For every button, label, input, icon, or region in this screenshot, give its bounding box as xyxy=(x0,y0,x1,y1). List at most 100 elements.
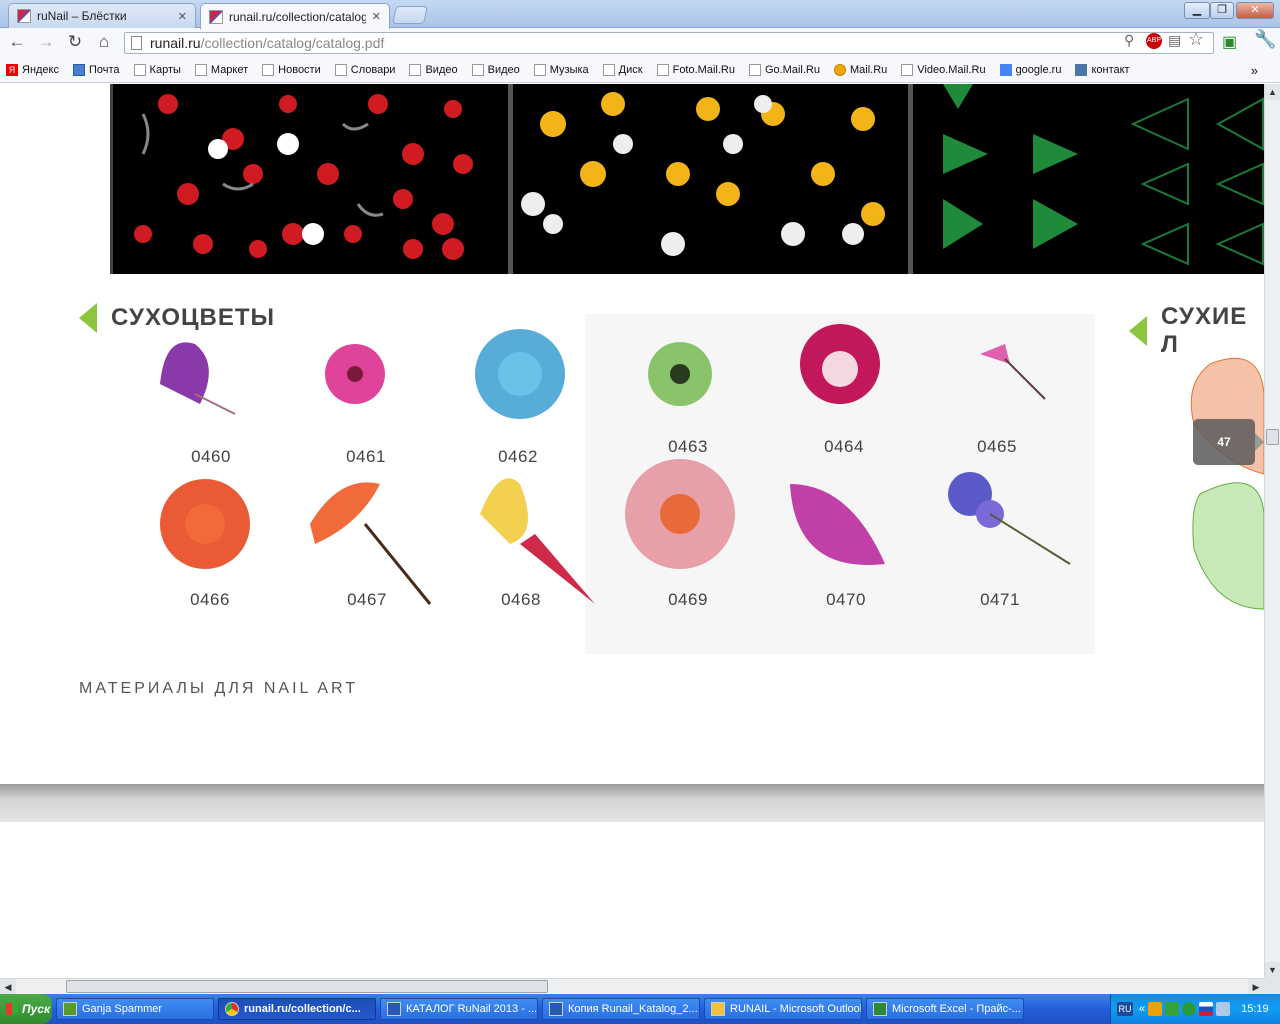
page-icon xyxy=(131,36,142,50)
horizontal-scrollbar[interactable]: ◀ ▶ xyxy=(0,978,1264,995)
bookmark-go-mail[interactable]: Go.Mail.Ru xyxy=(748,64,820,76)
bookmark-pochta[interactable]: Почта xyxy=(73,64,120,76)
clock-app-icon[interactable] xyxy=(1148,1002,1163,1016)
windows-taskbar: Пуск Ganja Spammer runail.ru/collection/… xyxy=(0,994,1280,1024)
star-icon[interactable]: ☆ xyxy=(1188,29,1204,50)
russian-flag-icon[interactable] xyxy=(1199,1002,1214,1016)
bookmark-novosti[interactable]: Новости xyxy=(262,64,321,76)
runail-favicon xyxy=(17,9,31,23)
bookmark-video-mail[interactable]: Video.Mail.Ru xyxy=(901,64,986,76)
scroll-down-icon[interactable]: ▼ xyxy=(1265,962,1280,978)
page-icon xyxy=(901,64,914,76)
taskbar-item-chrome[interactable]: runail.ru/collection/c... xyxy=(218,998,376,1020)
flower-0463-image xyxy=(648,342,712,406)
download-icon[interactable] xyxy=(1165,1002,1180,1016)
vertical-scrollbar[interactable]: ▲ ▼ xyxy=(1264,84,1280,978)
reload-icon[interactable]: ↻ xyxy=(64,31,86,53)
bookmark-label: Новости xyxy=(278,64,321,76)
forward-icon[interactable]: → xyxy=(35,31,57,53)
bookmark-mail-ru[interactable]: Mail.Ru xyxy=(833,64,887,76)
bookmark-market[interactable]: Маркет xyxy=(194,64,248,76)
address-bar[interactable]: runail.ru/collection/catalog/catalog.pdf xyxy=(124,32,1214,54)
horizontal-scroll-thumb[interactable] xyxy=(66,980,548,993)
close-icon[interactable]: ✕ xyxy=(372,10,381,23)
taskbar-item-label: Ganja Spammer xyxy=(82,1003,163,1015)
bookmark-google[interactable]: google.ru xyxy=(999,64,1061,76)
vk-icon xyxy=(1075,64,1088,76)
page-icon xyxy=(533,64,546,76)
browser-toolbar: ← → ↻ ⌂ runail.ru/collection/catalog/cat… xyxy=(0,28,1280,58)
zoom-icon[interactable]: ⚲ xyxy=(1124,32,1134,49)
bookmark-label: Почта xyxy=(89,64,120,76)
flower-code-0469: 0469 xyxy=(668,590,708,609)
scroll-right-icon[interactable]: ▶ xyxy=(1248,979,1264,995)
bookmarks-overflow-icon[interactable]: » xyxy=(1251,63,1258,78)
wrench-icon[interactable]: 🔧 xyxy=(1254,29,1276,50)
tab-catalog-pdf[interactable]: runail.ru/collection/catalog/c ✕ xyxy=(200,3,390,29)
scroll-left-icon[interactable]: ◀ xyxy=(0,979,16,995)
volume-icon[interactable] xyxy=(1216,1002,1231,1016)
bookmark-muzyka[interactable]: Музыка xyxy=(533,64,589,76)
new-tab-button[interactable] xyxy=(392,6,428,24)
scroll-up-icon[interactable]: ▲ xyxy=(1265,84,1280,100)
taskbar-item-outlook[interactable]: RUNAIL - Microsoft Outlook xyxy=(704,998,862,1020)
back-icon[interactable]: ← xyxy=(6,31,28,53)
bookmark-foto-mail[interactable]: Foto.Mail.Ru xyxy=(656,64,735,76)
close-window-button[interactable]: ✕ xyxy=(1236,2,1274,19)
bookmark-video-1[interactable]: Видео xyxy=(409,64,458,76)
flower-code-0467: 0467 xyxy=(347,590,387,609)
page-icon xyxy=(334,64,347,76)
sticker-images-band xyxy=(110,84,1264,274)
leaf-icon xyxy=(63,1002,77,1016)
bookmark-video-2[interactable]: Видео xyxy=(471,64,520,76)
flower-0464-image xyxy=(800,324,880,404)
taskbar-item-excel[interactable]: Microsoft Excel - Прайс-... xyxy=(866,998,1024,1020)
extension-icon[interactable]: ▣ xyxy=(1222,32,1237,52)
flower-0461-image xyxy=(325,344,385,404)
flower-0460-image xyxy=(160,342,236,415)
bookmark-slovari[interactable]: Словари xyxy=(334,64,396,76)
language-indicator[interactable]: RU xyxy=(1117,1002,1133,1016)
flower-code-0462: 0462 xyxy=(498,447,538,466)
bookmark-label: Видео xyxy=(487,64,520,76)
dried-leaves-partial xyxy=(1190,357,1264,610)
minimize-button[interactable]: ▁ xyxy=(1184,2,1210,19)
pdf-save-icon[interactable]: ▤ xyxy=(1168,32,1181,49)
start-button[interactable]: Пуск xyxy=(0,994,52,1024)
tab-runail-blestki[interactable]: ruNail – Блёстки ✕ xyxy=(8,3,196,28)
sticker-artwork xyxy=(113,84,1264,274)
restore-button[interactable]: ❐ xyxy=(1210,2,1234,19)
bookmark-label: Музыка xyxy=(549,64,589,76)
page-footer-text: МАТЕРИАЛЫ ДЛЯ NAIL ART xyxy=(79,680,359,697)
taskbar-item-word-catalog[interactable]: КАТАЛОГ RuNail 2013 - ... xyxy=(380,998,538,1020)
page-number-badge: 47 xyxy=(1193,419,1255,465)
taskbar-item-word-copy[interactable]: Копия Runail_Katalog_2... xyxy=(542,998,700,1020)
taskbar-item-ganja-spammer[interactable]: Ganja Spammer xyxy=(56,998,214,1020)
info-icon[interactable] xyxy=(1182,1002,1197,1016)
word-icon xyxy=(387,1002,401,1016)
bookmark-label: Словари xyxy=(350,64,396,76)
adblock-icon[interactable]: ABP xyxy=(1146,33,1162,49)
word-icon xyxy=(549,1002,563,1016)
system-tray: RU « 15:19 xyxy=(1110,994,1280,1024)
bookmark-karty[interactable]: Карты xyxy=(133,64,181,76)
pdf-viewport[interactable]: СУХОЦВЕТЫ СУХИЕ Л 0460 0461 0462 0463 04… xyxy=(0,84,1264,978)
tray-expand-icon[interactable]: « xyxy=(1139,1003,1145,1015)
bookmark-label: Диск xyxy=(618,64,643,76)
bookmark-kontakt[interactable]: контакт xyxy=(1075,64,1130,76)
page-icon xyxy=(194,64,207,76)
home-icon[interactable]: ⌂ xyxy=(93,31,115,53)
chrome-icon xyxy=(225,1002,239,1016)
bookmark-yandex[interactable]: Я Яндекс xyxy=(6,64,59,76)
bookmark-label: Go.Mail.Ru xyxy=(764,64,820,76)
close-icon[interactable]: ✕ xyxy=(178,10,187,23)
taskbar-item-label: КАТАЛОГ RuNail 2013 - ... xyxy=(406,1003,538,1015)
triangle-marker-icon xyxy=(1129,316,1147,346)
bookmark-disk[interactable]: Диск xyxy=(602,64,643,76)
page-separator-bar xyxy=(0,784,1264,822)
taskbar-item-label: Копия Runail_Katalog_2... xyxy=(568,1003,698,1015)
vertical-scroll-thumb[interactable] xyxy=(1266,429,1279,445)
bookmark-label: Видео xyxy=(425,64,458,76)
taskbar-item-label: RUNAIL - Microsoft Outlook xyxy=(730,1003,862,1015)
google-icon xyxy=(999,64,1012,76)
